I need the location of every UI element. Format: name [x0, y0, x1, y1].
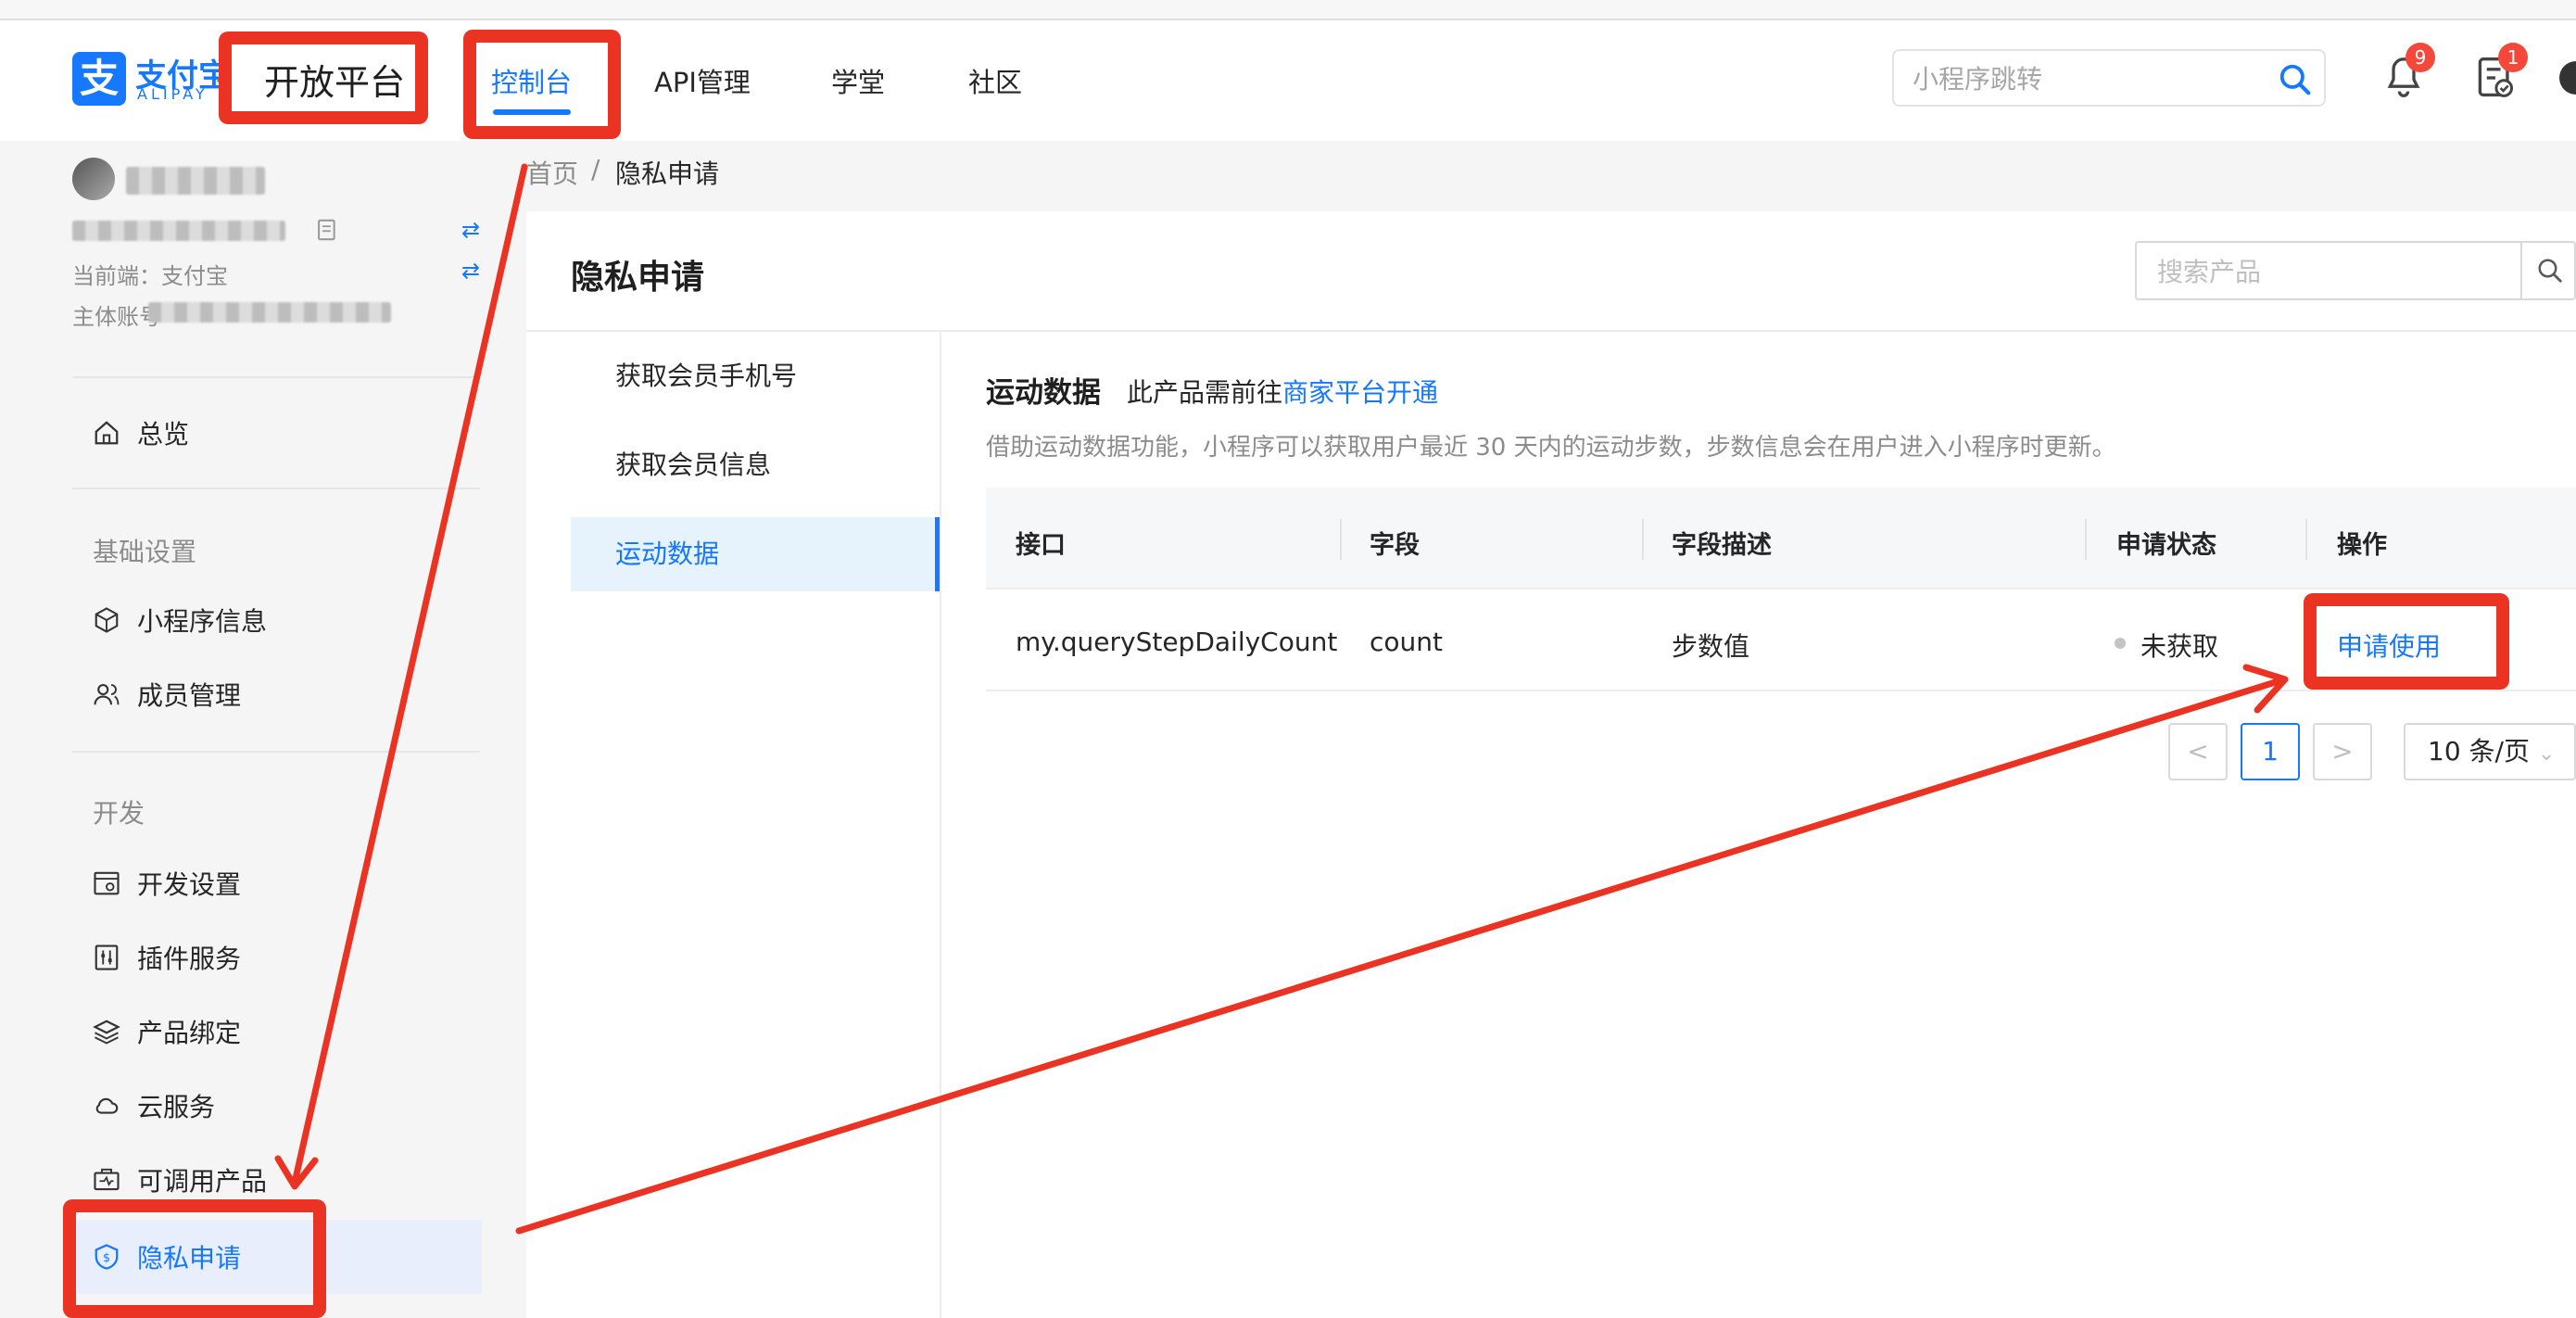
account-avatar [72, 158, 115, 200]
annotation-box-apply [2304, 593, 2509, 690]
page-title: 隐私申请 [571, 259, 705, 297]
status-badge: 未获取 [2140, 631, 2219, 662]
page-size-select[interactable]: 10 条/页 ⌄ [2404, 723, 2576, 780]
users-icon [94, 683, 120, 705]
alipay-logo-icon[interactable]: 支 [72, 52, 126, 106]
section-title: 运动数据 [986, 376, 1101, 410]
cell-api: my.queryStepDailyCount [1016, 627, 1338, 657]
merchant-platform-link[interactable]: 商家平台开通 [1282, 377, 1438, 408]
sliders-icon [95, 944, 119, 970]
page-size-value: 10 条/页 [2428, 736, 2530, 767]
product-search[interactable] [2135, 241, 2576, 300]
cell-field-desc: 步数值 [1672, 631, 1750, 662]
chevron-down-icon: ⌄ [2537, 742, 2556, 766]
breadcrumb-current: 隐私申请 [615, 158, 720, 189]
sidebar-item-label: 总览 [137, 419, 190, 450]
notification-badge: 9 [2406, 43, 2435, 72]
column-separator [2305, 519, 2307, 560]
cloud-icon [95, 1097, 119, 1114]
logo-subtext: ALIPAY [137, 85, 208, 103]
search-icon[interactable] [2520, 241, 2576, 300]
status-dot [2115, 638, 2126, 649]
column-header-action: 操作 [2337, 531, 2387, 560]
sidebar-item-label: 可调用产品 [137, 1166, 268, 1197]
annotation-box-console [463, 30, 621, 139]
product-item-sports-data[interactable]: 运动数据 [571, 517, 940, 591]
column-separator [1642, 519, 1644, 560]
cell-field: count [1370, 627, 1443, 657]
pagination-prev-button[interactable]: < [2168, 723, 2228, 780]
annotation-box-platform [219, 32, 428, 124]
sidebar-item-label: 插件服务 [137, 944, 242, 974]
home-icon [95, 421, 119, 445]
current-side-label: 当前端：支付宝 [72, 263, 228, 289]
column-header-field-desc: 字段描述 [1672, 531, 1772, 560]
sidebar-item-miniprogram-info[interactable]: 小程序信息 [93, 588, 482, 653]
nav-academy[interactable]: 学堂 [831, 61, 885, 100]
product-list-divider [940, 332, 941, 1318]
sidebar-item-dev-settings[interactable]: 开发设置 [93, 851, 482, 916]
column-header-field: 字段 [1370, 531, 1420, 560]
column-separator [2085, 519, 2087, 560]
sidebar-group-development: 开发 [93, 798, 145, 829]
layers-icon [93, 1020, 120, 1045]
sidebar-item-label: 开发设置 [137, 869, 242, 900]
column-header-api: 接口 [1016, 531, 1066, 560]
section-note-text: 此产品需前往 [1127, 377, 1283, 408]
section-description: 借助运动数据功能，小程序可以获取用户最近 30 天内的运动步数，步数信息会在用户… [986, 434, 2116, 462]
account-id-redacted [72, 221, 285, 241]
sidebar-item-product-binding[interactable]: 产品绑定 [93, 999, 482, 1064]
section-note: 此产品需前往商家平台开通 [1127, 373, 1438, 410]
copy-icon[interactable] [315, 217, 339, 247]
product-item-member-phone[interactable]: 获取会员手机号 [571, 339, 940, 413]
sidebar-item-label: 小程序信息 [137, 606, 268, 637]
sidebar-item-label: 成员管理 [137, 680, 242, 711]
miniprogram-jump-input[interactable] [1913, 62, 2265, 95]
sidebar-item-plugin-services[interactable]: 插件服务 [93, 925, 482, 990]
breadcrumb-home[interactable]: 首页 [526, 154, 578, 191]
nav-api-management[interactable]: API管理 [654, 61, 751, 100]
sidebar-divider [72, 488, 480, 489]
column-separator [1340, 519, 1342, 560]
panel-divider [526, 330, 2576, 332]
switch-side-icon[interactable]: ⇄ [461, 258, 480, 284]
pagination-page-1[interactable]: 1 [2241, 723, 2300, 780]
account-name-redacted [126, 167, 265, 195]
pagination-next-button[interactable]: > [2313, 723, 2372, 780]
browser-edge [0, 0, 2576, 20]
annotation-box-privacy [63, 1199, 326, 1318]
miniprogram-jump-search[interactable] [1892, 49, 2326, 107]
sidebar-item-member-management[interactable]: 成员管理 [93, 662, 482, 727]
sidebar-item-label: 云服务 [137, 1092, 216, 1122]
sidebar-item-label: 产品绑定 [137, 1018, 242, 1048]
nav-community[interactable]: 社区 [968, 61, 1022, 100]
column-header-status: 申请状态 [2116, 531, 2216, 560]
product-search-input[interactable] [2157, 255, 2509, 288]
settings-panel-icon [94, 871, 120, 895]
sidebar-divider [72, 376, 480, 378]
search-icon[interactable] [2278, 62, 2313, 101]
sidebar-item-overview[interactable]: 总览 [93, 400, 482, 465]
switch-account-icon[interactable]: ⇄ [461, 217, 480, 243]
todo-badge: 1 [2498, 43, 2528, 72]
breadcrumb-separator: / [591, 154, 600, 184]
sidebar-item-cloud-services[interactable]: 云服务 [93, 1073, 482, 1138]
cube-icon [95, 607, 119, 633]
product-item-member-info[interactable]: 获取会员信息 [571, 428, 940, 502]
sidebar-divider [72, 751, 480, 753]
entity-account-redacted [148, 302, 391, 323]
product-box-icon [94, 1168, 120, 1191]
sidebar-group-basic-settings: 基础设置 [93, 537, 197, 567]
